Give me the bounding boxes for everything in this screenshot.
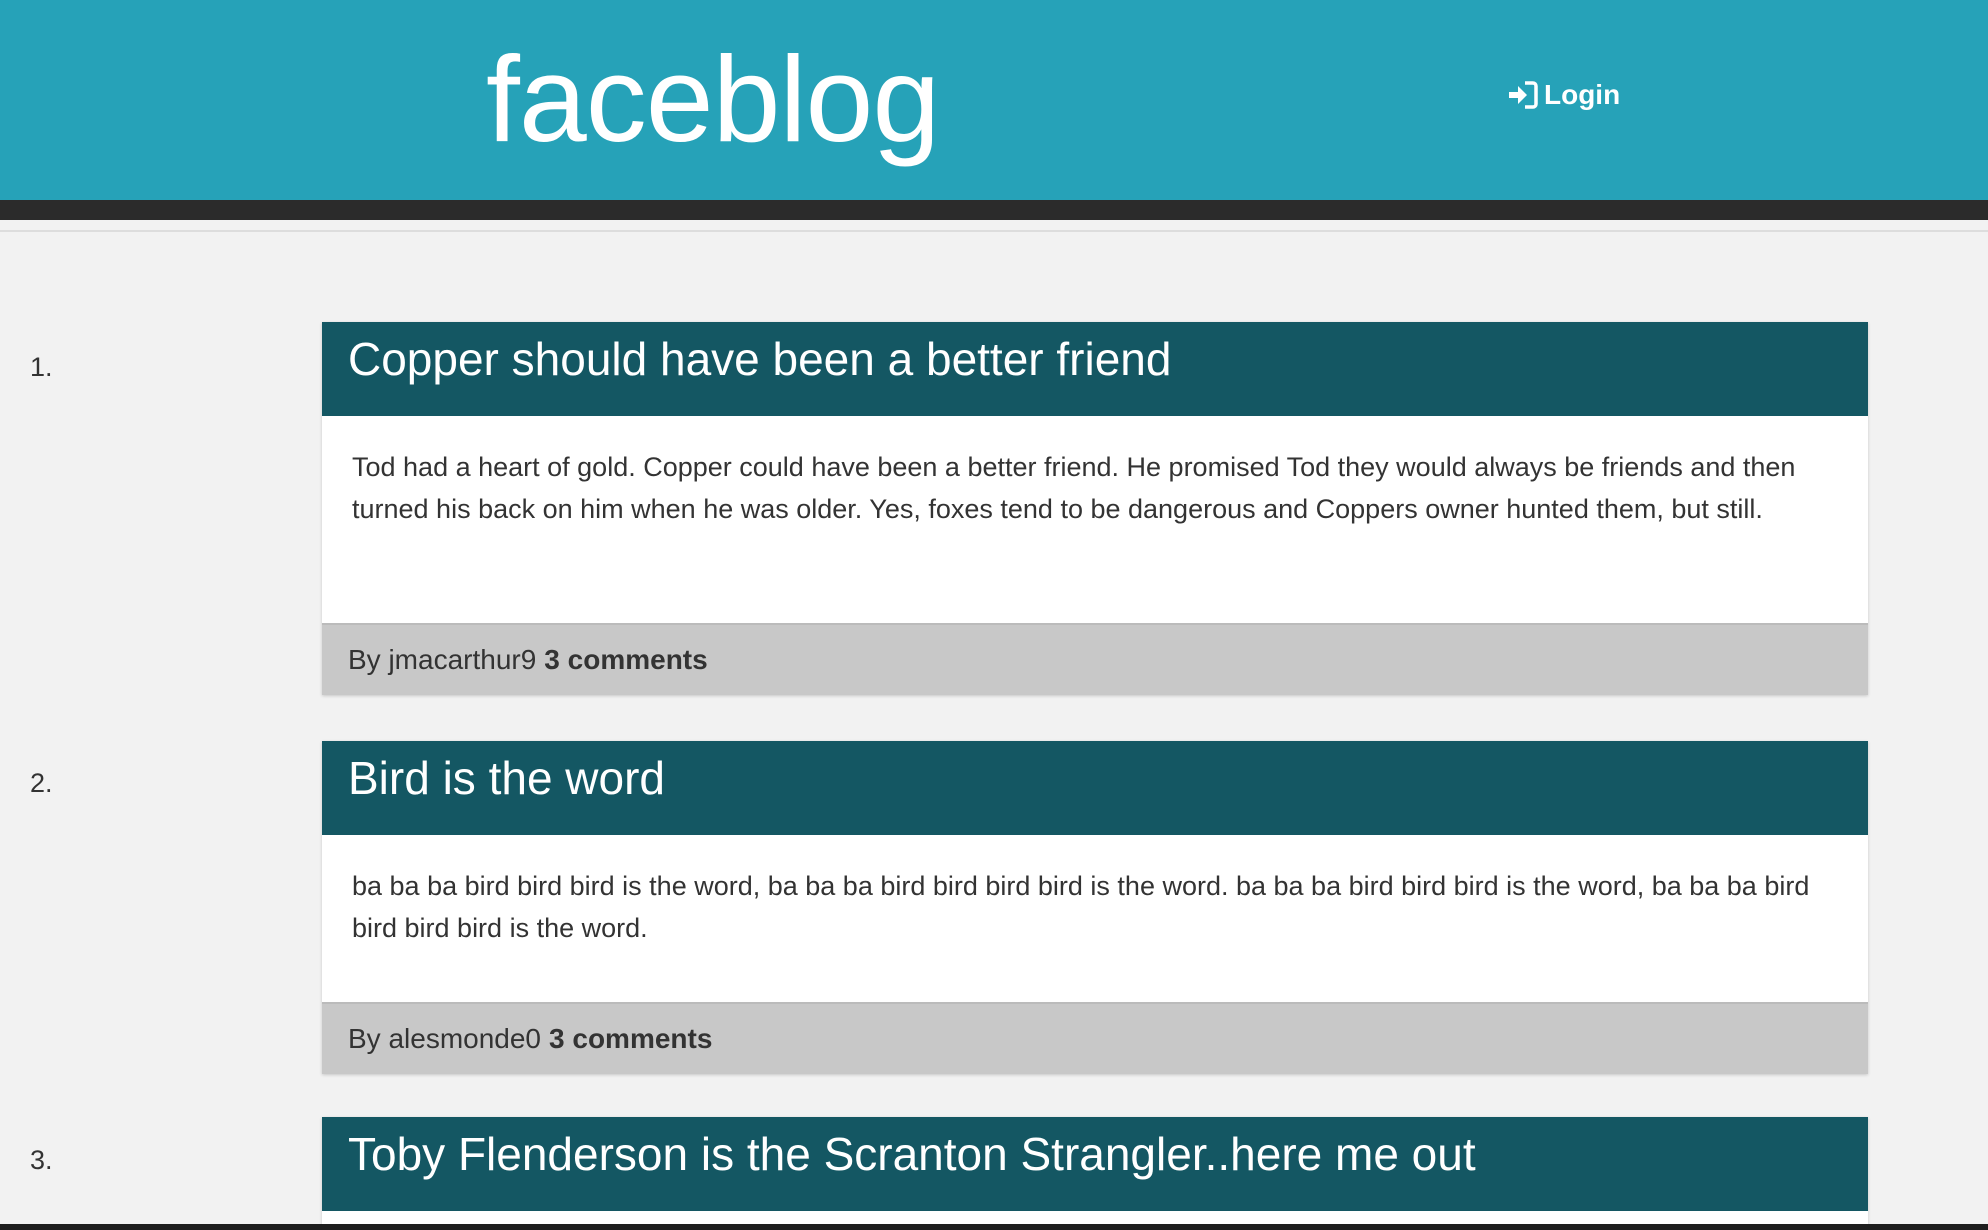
login-button[interactable]: Login [1508,78,1620,112]
post-card: Toby Flenderson is the Scranton Strangle… [322,1117,1868,1230]
post-number: 1. [30,352,53,382]
post-author: By jmacarthur9 [348,644,537,675]
post-number: 2. [30,768,53,798]
login-icon [1509,81,1538,109]
divider-line [0,230,1988,232]
post-title[interactable]: Bird is the word [322,741,1868,835]
post-comments-link[interactable]: 3 comments [544,644,707,676]
header-divider-bar [0,200,1988,220]
post-footer: By alesmonde0 3 comments [322,1002,1868,1074]
site-header: faceblog Login [0,0,1988,200]
post-comments-link[interactable]: 3 comments [549,1023,712,1055]
post-number: 3. [30,1145,53,1175]
post-title[interactable]: Toby Flenderson is the Scranton Strangle… [322,1117,1868,1211]
site-logo[interactable]: faceblog [486,38,940,160]
post-body: ba ba ba bird bird bird is the word, ba … [352,871,1810,943]
post-card: Bird is the word ba ba ba bird bird bird… [322,741,1868,1074]
post-title[interactable]: Copper should have been a better friend [322,322,1868,416]
post-body: Tod had a heart of gold. Copper could ha… [352,452,1796,524]
post-author: By alesmonde0 [348,1023,542,1054]
post-card: Copper should have been a better friend … [322,322,1868,695]
post-footer: By jmacarthur9 3 comments [322,623,1868,695]
login-label: Login [1544,79,1621,110]
bottom-edge-strip [0,1224,1988,1230]
